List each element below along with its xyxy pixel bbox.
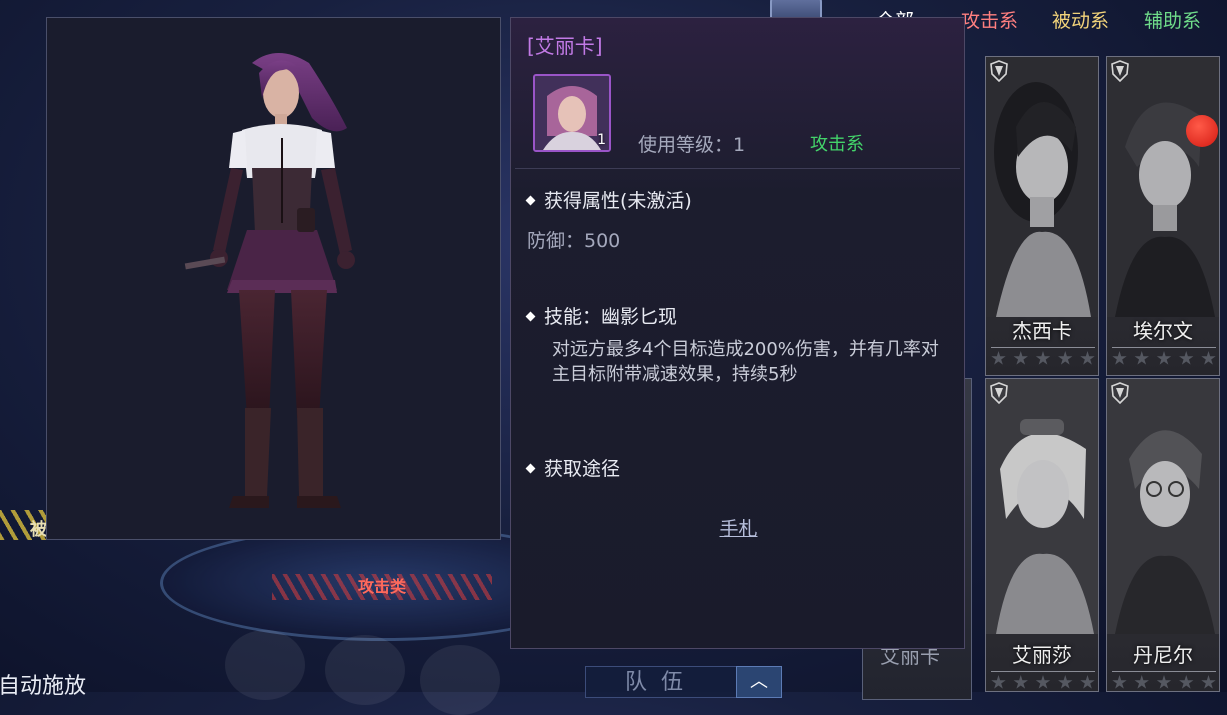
notification-dot <box>1186 115 1218 147</box>
skill-description: 对远方最多4个目标造成200%伤害，并有几率对主目标附带减速效果，持续5秒 <box>552 339 939 385</box>
item-type: 攻击系 <box>810 134 864 155</box>
skill-header: 技能：幽影匕现 <box>525 302 678 329</box>
skill-slot[interactable] <box>420 645 500 715</box>
chevron-up-icon[interactable]: ︿ <box>736 666 782 698</box>
character-model <box>184 53 355 508</box>
divider <box>515 168 960 169</box>
hero-portrait <box>986 379 1098 634</box>
source-header-label: 获取途径 <box>544 458 621 480</box>
skill-slot[interactable] <box>225 630 305 700</box>
source-link-text[interactable]: 手札 <box>719 518 757 540</box>
hero-card[interactable]: 杰西卡 <box>985 56 1099 376</box>
rank-shield-icon <box>1111 382 1129 404</box>
hero-card[interactable]: 埃尔文 <box>1106 56 1220 376</box>
attack-category-banner: 攻击类 <box>272 574 492 600</box>
tab-attack[interactable]: 攻击系 <box>961 6 1018 33</box>
hero-stars <box>1112 671 1216 690</box>
character-model-panel <box>46 17 501 540</box>
hero-card[interactable]: 艾丽莎 <box>985 378 1099 692</box>
hero-stars <box>991 671 1095 690</box>
attributes-header: 获得属性(未激活) <box>525 186 692 213</box>
skill-header-label: 技能：幽影匕现 <box>544 306 678 328</box>
bullet-icon <box>525 195 536 206</box>
defense-attribute: 防御：500 <box>527 230 621 252</box>
bullet-icon <box>525 463 536 474</box>
hero-card-item-icon[interactable]: 1 <box>533 74 611 152</box>
item-title: [艾丽卡] <box>527 34 603 58</box>
hero-name: 埃尔文 <box>1133 319 1193 343</box>
hero-portrait <box>1107 57 1219 317</box>
hero-name: 杰西卡 <box>1012 319 1072 343</box>
hero-stars <box>991 347 1095 366</box>
hero-card[interactable]: 丹尼尔 <box>1106 378 1220 692</box>
attack-category-label: 攻击类 <box>357 577 406 596</box>
team-button[interactable]: 队伍 <box>585 666 737 698</box>
use-level: 使用等级：1 <box>638 134 746 156</box>
rank-shield-icon <box>1111 60 1129 82</box>
rank-shield-icon <box>990 382 1008 404</box>
hero-stars <box>1112 347 1216 366</box>
skill-slot[interactable] <box>325 635 405 705</box>
tab-passive[interactable]: 被动系 <box>1052 6 1109 33</box>
hero-portrait <box>986 57 1098 317</box>
rank-shield-icon <box>990 60 1008 82</box>
hero-portrait <box>1107 379 1219 634</box>
item-info-card: [艾丽卡] 1 使用等级：1 攻击系 获得属性(未激活) 防御：500 技能：幽… <box>510 17 965 649</box>
item-count: 1 <box>597 132 606 148</box>
attributes-header-label: 获得属性(未激活) <box>544 190 692 212</box>
auto-cast-label[interactable]: 自动施放 <box>0 668 86 700</box>
source-link[interactable]: 手札 <box>511 514 966 541</box>
bullet-icon <box>525 311 536 322</box>
tab-support[interactable]: 辅助系 <box>1144 6 1201 33</box>
hero-name: 艾丽莎 <box>1012 643 1072 667</box>
hero-name: 丹尼尔 <box>1133 643 1193 667</box>
source-header: 获取途径 <box>525 454 621 481</box>
